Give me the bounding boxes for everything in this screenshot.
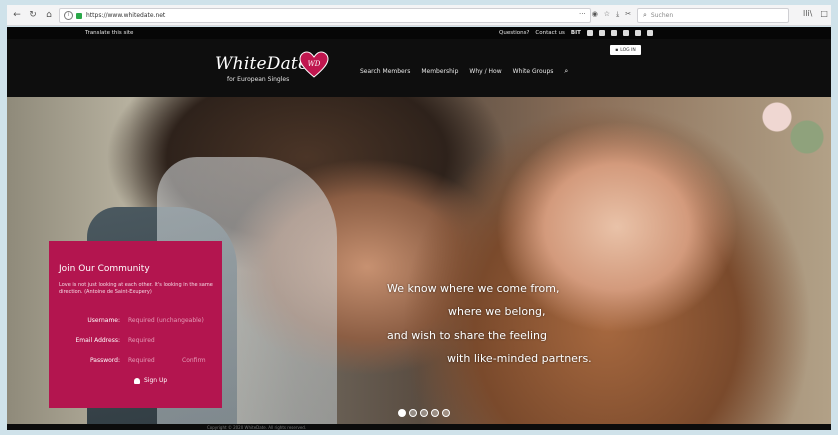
top-bar-links: Questions? Contact us BIT	[499, 30, 653, 36]
sidebar-icon[interactable]: □	[820, 9, 828, 18]
questions-label: Questions?	[499, 30, 530, 36]
library-icon[interactable]: lli\	[803, 9, 812, 18]
footer-strip: Copyright © 2020 WhiteDate. All rights r…	[7, 424, 831, 430]
url-bar[interactable]: i https://www.whitedate.net	[59, 8, 591, 23]
slider-dots	[398, 409, 450, 417]
url-text: https://www.whitedate.net	[86, 12, 166, 19]
browser-toolbar: ← ↻ ⌂ i https://www.whitedate.net ··· ◉ …	[7, 5, 831, 26]
hero-tagline-line-1: We know where we come from,	[387, 282, 560, 295]
lock-icon: ▪	[615, 47, 619, 53]
nav-white-groups[interactable]: White Groups	[513, 68, 554, 75]
username-label: Username:	[87, 317, 120, 324]
hero-tagline-line-3: and wish to share the feeling	[387, 329, 547, 342]
screenshot-icon[interactable]: ✂	[625, 10, 631, 19]
password-label: Password:	[89, 357, 120, 364]
confirm-password-input[interactable]: Confirm	[182, 357, 206, 364]
logo-text[interactable]: WhiteDate	[215, 54, 308, 74]
contact-link[interactable]: Contact us	[535, 30, 565, 36]
slider-dot-2[interactable]	[409, 409, 417, 417]
translate-link[interactable]: Translate this site	[85, 30, 133, 36]
info-icon[interactable]: i	[64, 11, 73, 20]
sign-up-button[interactable]: Sign Up	[134, 377, 167, 384]
slider-dot-4[interactable]	[431, 409, 439, 417]
slider-dot-5[interactable]	[442, 409, 450, 417]
page-actions-icon[interactable]: ···	[579, 10, 586, 19]
search-icon[interactable]: ⌕	[564, 67, 568, 76]
password-row: Password: Required Confirm	[49, 356, 222, 366]
email-icon[interactable]	[646, 30, 653, 36]
hero-slider: We know where we come from, where we bel…	[7, 97, 831, 430]
email-row: Email Address: Required	[49, 336, 222, 346]
community-title: Join Our Community	[59, 264, 150, 274]
lock-icon	[76, 12, 82, 19]
username-input[interactable]: Required (unchangeable)	[128, 317, 204, 324]
twitter-icon[interactable]	[610, 30, 617, 36]
nav-search-members[interactable]: Search Members	[360, 68, 410, 75]
nav-membership[interactable]: Membership	[421, 68, 458, 75]
facebook-icon[interactable]	[622, 30, 629, 36]
hero-tagline-line-4: with like-minded partners.	[447, 352, 592, 365]
pinterest-icon[interactable]	[634, 30, 641, 36]
footer-text: Copyright © 2020 WhiteDate. All rights r…	[207, 424, 307, 430]
slider-dot-3[interactable]	[420, 409, 428, 417]
home-icon[interactable]: ⌂	[43, 9, 55, 21]
url-actions: ··· ◉ ☆ ⤓ ✂	[579, 10, 631, 19]
slider-dot-1[interactable]	[398, 409, 406, 417]
site-header: WhiteDate for European Singles WD Search…	[7, 39, 831, 97]
heart-logo-icon[interactable]: WD	[299, 51, 329, 79]
username-row: Username: Required (unchangeable)	[49, 316, 222, 326]
email-input[interactable]: Required	[128, 337, 155, 344]
sign-up-label: Sign Up	[144, 377, 168, 384]
reload-icon[interactable]: ↻	[27, 9, 39, 21]
website: Translate this site Questions? Contact u…	[7, 27, 831, 430]
browser-search-input[interactable]: ⌕ Suchen	[637, 8, 789, 23]
search-icon: ⌕	[643, 11, 647, 19]
back-arrow-icon[interactable]: ←	[11, 9, 23, 21]
bookmark-star-icon[interactable]: ☆	[604, 10, 610, 19]
logo-subtitle: for European Singles	[227, 76, 290, 83]
hero-tagline-line-2: where we belong,	[448, 305, 546, 318]
pocket-icon[interactable]: ◉	[592, 10, 598, 19]
community-quote: Love is not just looking at each other. …	[59, 282, 213, 295]
youtube-icon[interactable]	[598, 30, 605, 36]
logo-badge: WD	[308, 60, 321, 68]
vk-icon[interactable]	[586, 30, 593, 36]
top-bar: Translate this site Questions? Contact u…	[7, 27, 831, 39]
nav-why-how[interactable]: Why / How	[469, 68, 501, 75]
toolbar-right: lli\ □	[803, 9, 828, 18]
bit-link[interactable]: BIT	[571, 30, 581, 36]
login-button[interactable]: ▪ LOG IN	[610, 45, 641, 55]
user-icon	[134, 377, 140, 384]
main-nav: Search Members Membership Why / How Whit…	[360, 67, 568, 76]
login-label: LOG IN	[620, 47, 636, 53]
email-label: Email Address:	[75, 337, 120, 344]
hero-image-flowers	[737, 97, 831, 177]
search-placeholder: Suchen	[650, 12, 674, 19]
join-community-panel: Join Our Community Love is not just look…	[49, 241, 222, 408]
password-input[interactable]: Required	[128, 357, 155, 364]
download-icon[interactable]: ⤓	[616, 10, 619, 19]
